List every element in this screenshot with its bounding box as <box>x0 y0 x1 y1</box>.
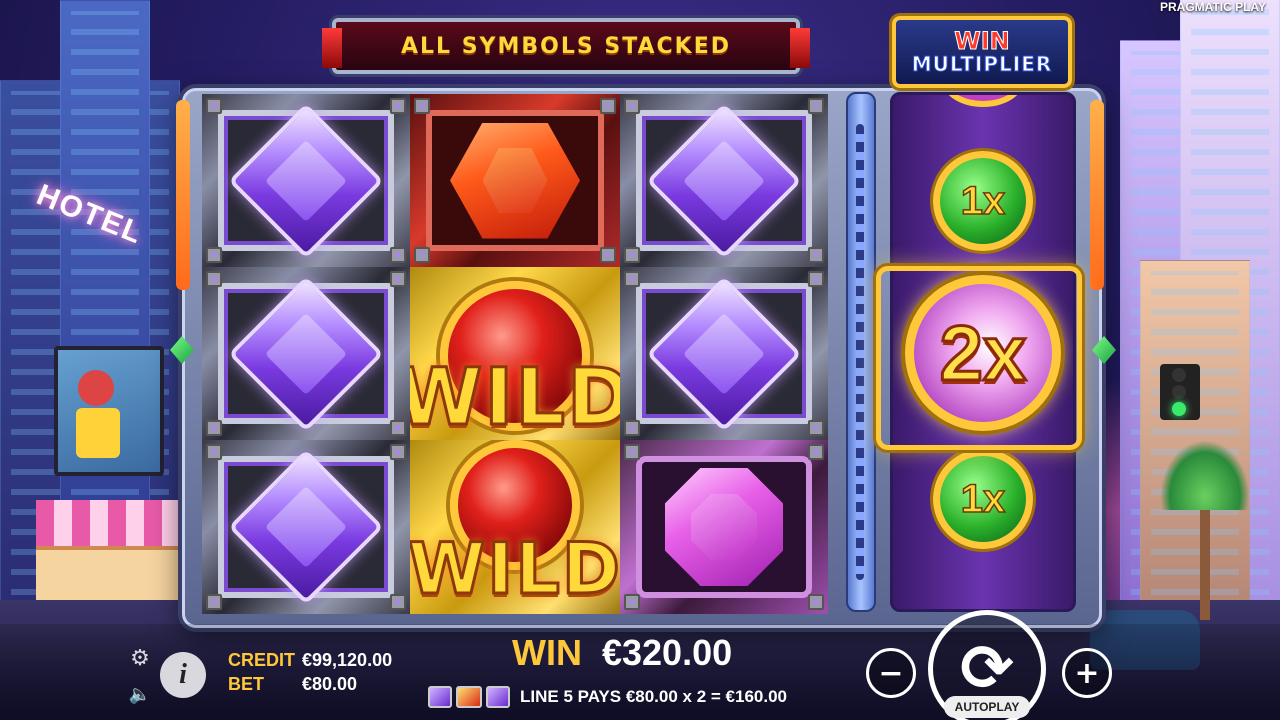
win-value: €320.00 <box>601 632 733 673</box>
decrease-bet-button[interactable]: − <box>866 648 916 698</box>
win-multiplier-line2: MULTIPLIER <box>911 52 1053 76</box>
credit-label: CREDIT <box>228 650 295 670</box>
symbol-purple-gem <box>620 267 828 440</box>
purple-gem-icon <box>646 102 802 259</box>
symbol-red-gem <box>410 94 620 267</box>
speaker-icon[interactable]: 🔈 <box>128 682 152 706</box>
credit-meter: CREDIT €99,120.00 <box>228 650 392 671</box>
multiplier-peek-icon <box>943 95 1023 107</box>
shop-awning <box>36 500 186 546</box>
gear-icon[interactable]: ⚙ <box>128 646 152 671</box>
symbol-wild: WILD <box>410 440 620 614</box>
win-display: WIN €320.00 <box>512 632 732 674</box>
reel-grid: WILD WILD <box>202 94 828 614</box>
wild-label: WILD <box>410 527 620 612</box>
wild-label: WILD <box>410 352 620 441</box>
red-gem-icon <box>450 122 580 239</box>
autoplay-button[interactable]: AUTOPLAY <box>944 696 1030 718</box>
wild-mini-icon <box>456 686 482 708</box>
purple-gem-icon <box>228 275 384 432</box>
feature-banner-text: ALL SYMBOLS STACKED <box>400 33 732 59</box>
feature-banner: ALL SYMBOLS STACKED <box>322 18 810 74</box>
spin-arrows-icon: ⟳ <box>960 632 1014 706</box>
symbol-purple-gem <box>202 267 410 440</box>
bet-value: €80.00 <box>302 674 358 694</box>
win-multiplier-banner: WIN MULTIPLIER <box>892 16 1072 88</box>
symbol-purple-gem <box>202 440 410 614</box>
purple-gem-icon <box>646 275 802 432</box>
purple-gem-mini-icon <box>428 686 452 708</box>
bet-meter: BET €80.00 <box>228 674 357 695</box>
symbol-magenta-gem <box>620 440 828 614</box>
symbol-wild: WILD <box>410 267 620 440</box>
superhero-billboard <box>54 346 164 476</box>
credit-value: €99,120.00 <box>302 650 393 670</box>
multiplier-highlight-frame <box>876 266 1082 450</box>
frame-side-bar-left <box>176 100 190 290</box>
bet-label: BET <box>228 674 264 694</box>
purple-gem-icon <box>228 102 384 259</box>
symbol-purple-gem <box>202 94 410 267</box>
payline-info: LINE 5 PAYS €80.00 x 2 = €160.00 <box>428 686 787 708</box>
purple-gem-icon <box>228 449 384 605</box>
palm-tree <box>1160 440 1250 510</box>
provider-logo: PRAGMATIC PLAY <box>1159 0 1266 14</box>
win-multiplier-line1: WIN <box>954 27 1010 55</box>
frame-side-bar-right <box>1090 100 1104 290</box>
payline-text: LINE 5 PAYS €80.00 x 2 = €160.00 <box>520 687 787 706</box>
win-label: WIN <box>512 632 582 673</box>
multiplier-top: 1x <box>933 151 1033 251</box>
purple-gem-mini-icon <box>486 686 510 708</box>
magenta-gem-icon <box>665 468 783 586</box>
increase-bet-button[interactable]: + <box>1062 648 1112 698</box>
multiplier-reel-rail <box>846 92 876 612</box>
multiplier-bottom: 1x <box>933 449 1033 549</box>
symbol-purple-gem <box>620 94 828 267</box>
info-icon[interactable]: i <box>160 652 206 698</box>
traffic-light <box>1160 364 1200 420</box>
